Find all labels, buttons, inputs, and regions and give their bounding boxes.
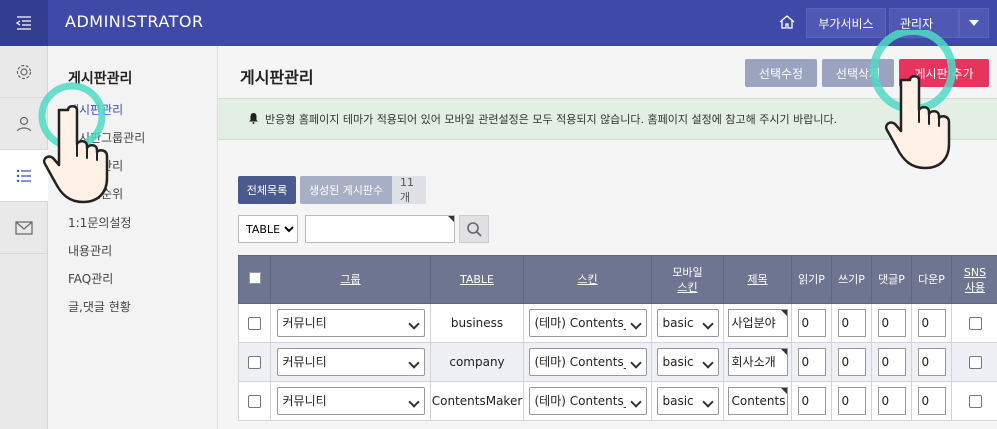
- table-header-row: 그룹 TABLE 스킨 모바일 스킨 제목 읽기P 쓰기P 댓글P 다운P SNS…: [238, 255, 997, 304]
- tab-created-boards[interactable]: 생성된 게시판수: [300, 176, 392, 204]
- list-tabs: 전체목록 생성된 게시판수 11개: [238, 176, 426, 204]
- sns-use-checkbox[interactable]: [968, 356, 982, 369]
- col-comment-point: 댓글P: [871, 255, 912, 304]
- skin-select[interactable]: (테마) Contents_M: [528, 348, 647, 376]
- app-brand[interactable]: ADMINISTRATOR: [65, 12, 204, 31]
- read-point-input[interactable]: 0: [797, 387, 826, 415]
- submenu-item-inquiry-settings[interactable]: 1:1문의설정: [68, 214, 131, 231]
- bell-icon: [248, 112, 259, 127]
- subject-input[interactable]: 회사소개: [727, 348, 788, 376]
- mobile-skin-select[interactable]: basic: [656, 387, 719, 415]
- sns-use-checkbox[interactable]: [968, 317, 982, 330]
- group-select[interactable]: 커뮤니티: [276, 348, 425, 376]
- collapse-menu-icon[interactable]: [0, 0, 48, 46]
- table-row: 커뮤니티 company (테마) Contents_M basic 회사소개 …: [238, 342, 997, 382]
- mail-envelope-icon[interactable]: [0, 202, 48, 254]
- top-bar: ADMINISTRATOR 부가서비스 관리자: [0, 0, 997, 46]
- notice-text: 반응형 홈페이지 테마가 적용되어 있어 모바일 관련설정은 모두 적용되지 않…: [265, 113, 838, 126]
- member-user-icon[interactable]: [0, 98, 48, 150]
- comment-point-input[interactable]: 0: [877, 387, 906, 415]
- table-id-cell: business: [430, 303, 524, 343]
- mobile-skin-select[interactable]: basic: [656, 309, 719, 337]
- col-mobile-skin[interactable]: 모바일 스킨: [651, 255, 724, 304]
- admin-dropdown-caret-icon[interactable]: [959, 8, 989, 38]
- group-select[interactable]: 커뮤니티: [276, 309, 425, 337]
- col-download-point: 다운P: [911, 255, 952, 304]
- board-submenu: 게시판관리 게시판관리 게시판그룹관리 게시판관리 게시판순위 1:1문의설정 …: [48, 46, 218, 429]
- skin-select[interactable]: (테마) Contents_M: [528, 309, 647, 337]
- row-checkbox[interactable]: [248, 356, 261, 369]
- submenu-item-faq-manage[interactable]: FAQ관리: [68, 270, 113, 287]
- submenu-title: 게시판관리: [68, 71, 133, 87]
- table-id-cell: company: [430, 342, 524, 382]
- row-checkbox[interactable]: [248, 317, 261, 330]
- write-point-input[interactable]: 0: [837, 348, 866, 376]
- table-row: 커뮤니티 business (테마) Contents_M basic 사업분야…: [238, 303, 997, 343]
- write-point-input[interactable]: 0: [837, 387, 866, 415]
- board-table: 그룹 TABLE 스킨 모바일 스킨 제목 읽기P 쓰기P 댓글P 다운P SNS…: [238, 255, 997, 421]
- write-point-input[interactable]: 0: [837, 309, 866, 337]
- subject-input[interactable]: Contents M: [727, 387, 788, 415]
- search-field-select[interactable]: TABLE: [238, 215, 298, 243]
- col-skin[interactable]: 스킨: [523, 255, 652, 304]
- row-checkbox[interactable]: [248, 395, 261, 408]
- main-content: 게시판관리 선택수정 선택삭제 게시판 추가 반응형 홈페이지 테마가 적용되어…: [218, 46, 997, 429]
- board-count-badge: 11개: [392, 176, 426, 204]
- icon-rail: [0, 46, 48, 429]
- search-filter: TABLE: [238, 215, 489, 243]
- submenu-item-board-manage[interactable]: 게시판관리: [68, 101, 123, 118]
- admin-menu-button[interactable]: 관리자: [889, 8, 959, 38]
- submenu-item-board-manage-2[interactable]: 게시판관리: [68, 157, 123, 174]
- submenu-item-board-group[interactable]: 게시판그룹관리: [68, 129, 145, 146]
- read-point-input[interactable]: 0: [797, 309, 826, 337]
- col-subject[interactable]: 제목: [723, 255, 792, 304]
- comment-point-input[interactable]: 0: [877, 348, 906, 376]
- col-group[interactable]: 그룹: [270, 255, 431, 304]
- select-delete-button[interactable]: 선택삭제: [822, 59, 894, 87]
- download-point-input[interactable]: 0: [917, 309, 946, 337]
- comment-point-input[interactable]: 0: [877, 309, 906, 337]
- search-icon[interactable]: [459, 215, 489, 243]
- notice-banner: 반응형 홈페이지 테마가 적용되어 있어 모바일 관련설정은 모두 적용되지 않…: [218, 98, 997, 140]
- submenu-item-content-manage[interactable]: 내용관리: [68, 242, 112, 259]
- col-read-point: 읽기P: [791, 255, 832, 304]
- skin-select[interactable]: (테마) Contents_M: [528, 387, 647, 415]
- submenu-item-post-status[interactable]: 글,댓글 현황: [68, 298, 131, 315]
- board-list-icon[interactable]: [0, 150, 48, 202]
- table-row: 커뮤니티 ContentsMaker (테마) Contents_M basic…: [238, 381, 997, 421]
- table-id-cell: ContentsMaker: [430, 381, 524, 421]
- settings-gear-icon[interactable]: [0, 46, 48, 98]
- read-point-input[interactable]: 0: [797, 348, 826, 376]
- select-all-checkbox[interactable]: [238, 255, 271, 304]
- select-edit-button[interactable]: 선택수정: [745, 59, 817, 87]
- col-write-point: 쓰기P: [831, 255, 872, 304]
- download-point-input[interactable]: 0: [917, 387, 946, 415]
- col-sns-use[interactable]: SNS 사용: [951, 255, 997, 304]
- add-board-button[interactable]: 게시판 추가: [899, 59, 989, 87]
- home-icon[interactable]: [778, 13, 798, 33]
- sns-use-checkbox[interactable]: [968, 395, 982, 408]
- download-point-input[interactable]: 0: [917, 348, 946, 376]
- tab-all-list[interactable]: 전체목록: [238, 176, 296, 204]
- page-title: 게시판관리: [240, 68, 314, 87]
- search-input[interactable]: [305, 215, 455, 243]
- group-select[interactable]: 커뮤니티: [276, 387, 425, 415]
- mobile-skin-select[interactable]: basic: [656, 348, 719, 376]
- col-table[interactable]: TABLE: [430, 255, 524, 304]
- subject-input[interactable]: 사업분야: [727, 309, 788, 337]
- addon-services-button[interactable]: 부가서비스: [806, 8, 886, 38]
- submenu-item-board-rank[interactable]: 게시판순위: [68, 185, 123, 202]
